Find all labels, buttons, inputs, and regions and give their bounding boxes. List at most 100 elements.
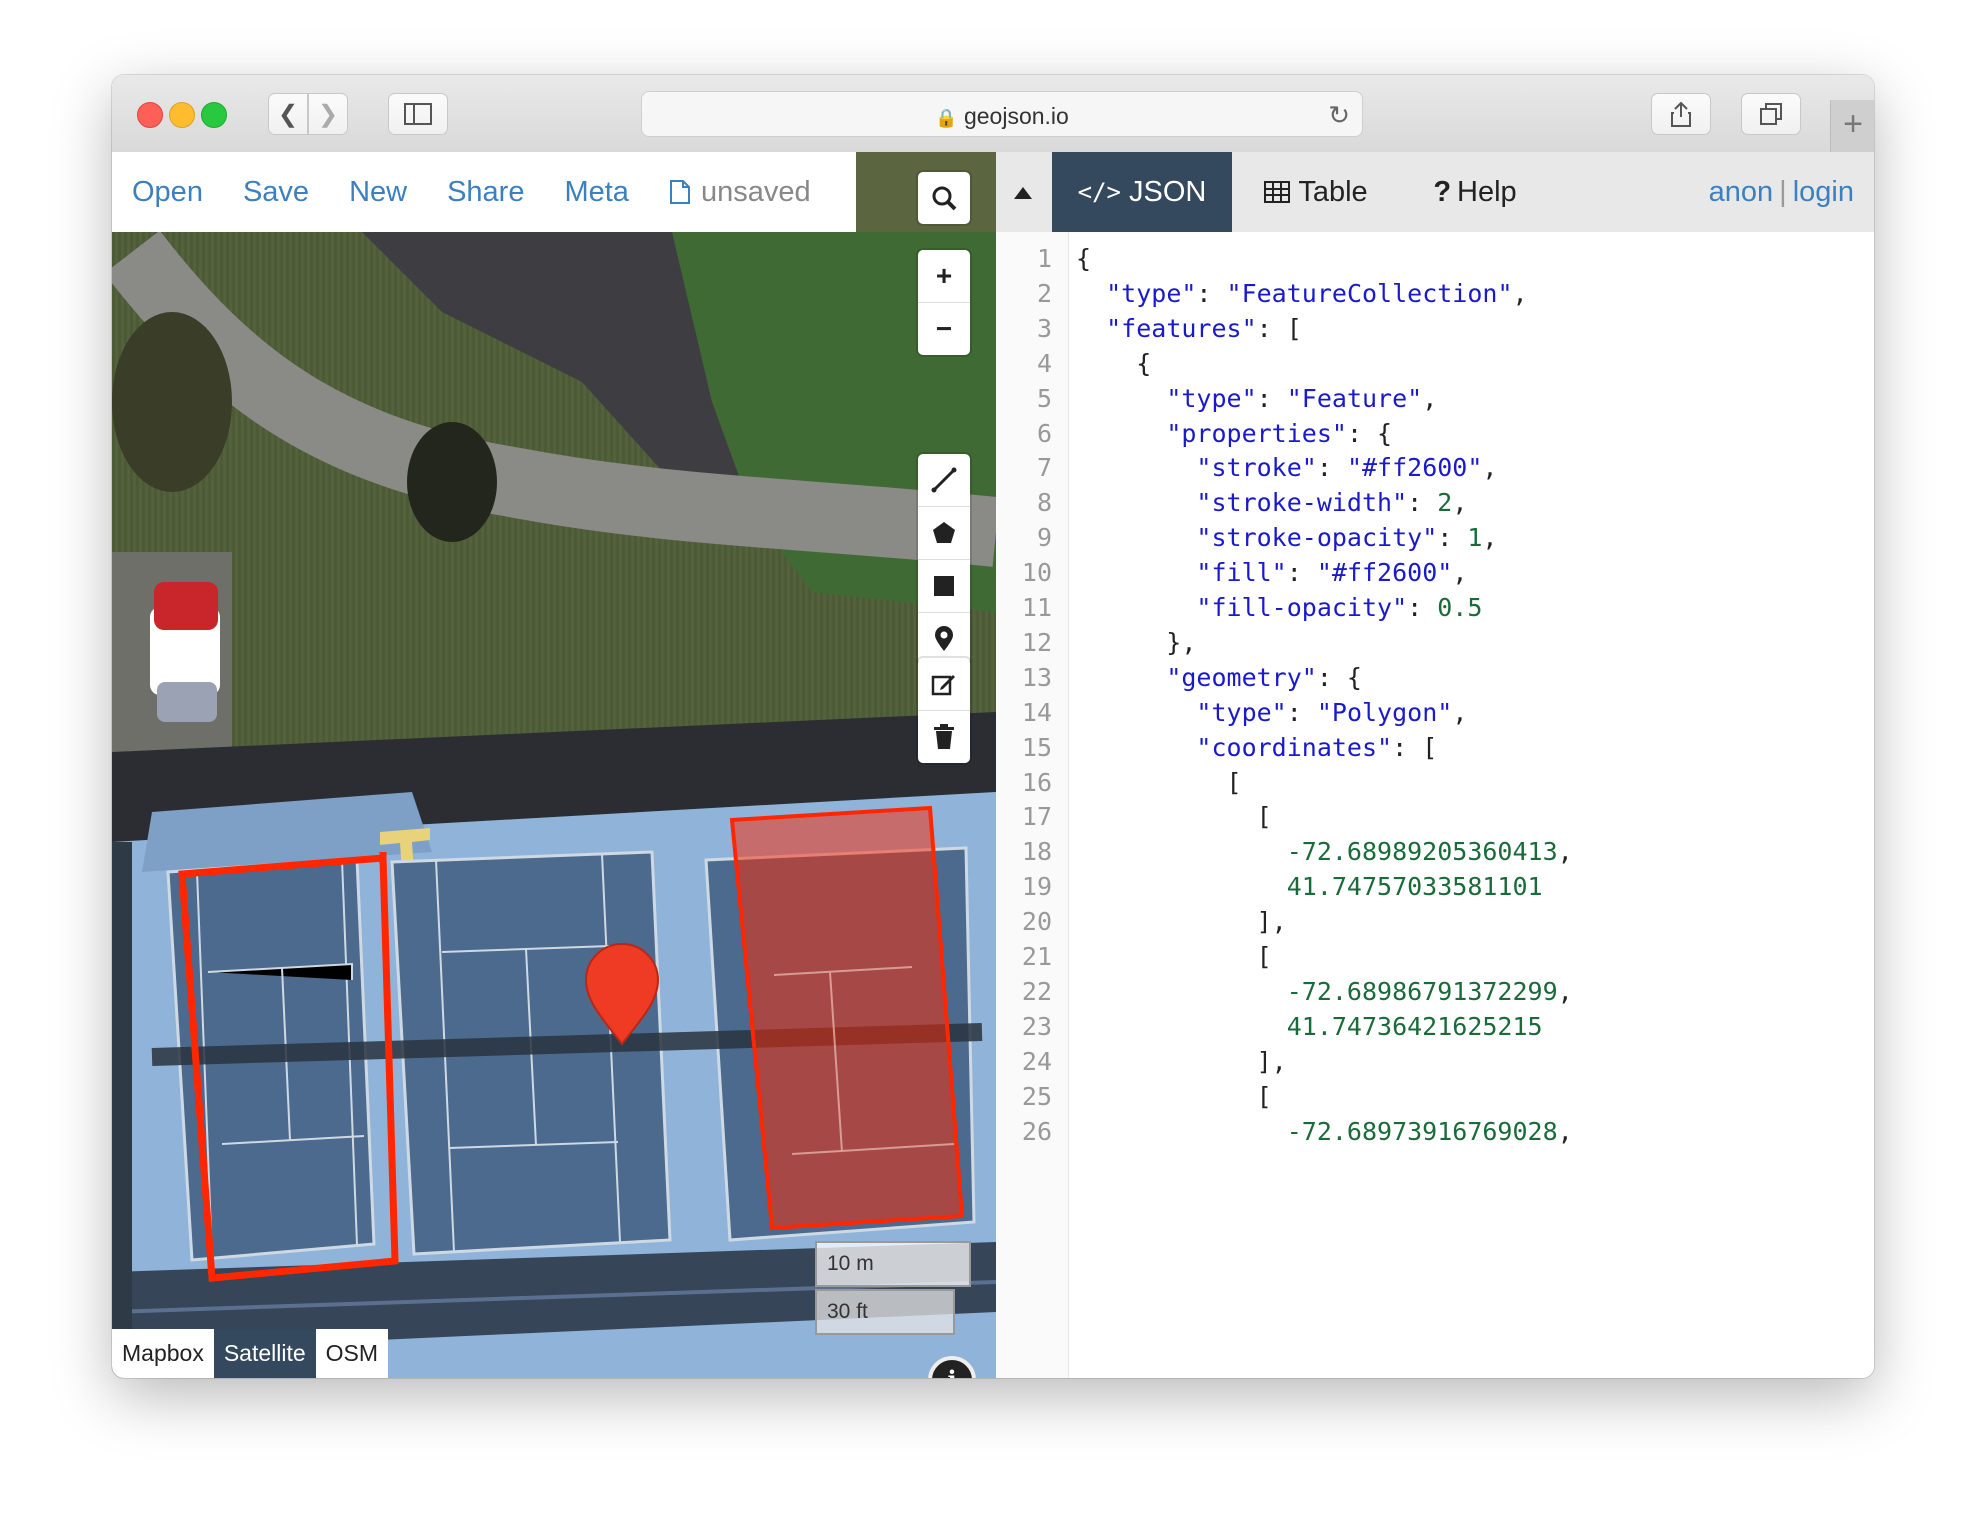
save-status: unsaved bbox=[700, 175, 811, 208]
map-view[interactable]: Open Save New Share Meta unsaved + − 10 … bbox=[112, 152, 996, 1378]
line-number: 9 bbox=[1036, 523, 1052, 553]
code-text: [ bbox=[1076, 767, 1242, 797]
close-window-button[interactable] bbox=[137, 102, 163, 128]
zoom-control: + − bbox=[918, 250, 970, 355]
line-number: 16 bbox=[1021, 767, 1052, 797]
zoom-window-button[interactable] bbox=[201, 102, 227, 128]
forward-button[interactable]: ❯ bbox=[308, 93, 348, 135]
editor-pane: </> JSON Table ? Help anon | login 1 {2 "… bbox=[996, 152, 1874, 1378]
line-number: 22 bbox=[1021, 976, 1052, 1006]
table-icon bbox=[1264, 181, 1291, 203]
browser-window: ❮ ❯ 🔒 geojson.io ↻ + Open Save New Share… bbox=[112, 75, 1874, 1378]
code-icon: </> bbox=[1077, 178, 1121, 206]
line-number: 2 bbox=[1036, 278, 1052, 308]
code-text: "properties": { bbox=[1166, 418, 1393, 448]
satellite-imagery bbox=[112, 152, 996, 1378]
tab-table[interactable]: Table bbox=[1232, 152, 1400, 232]
rectangle-icon bbox=[934, 576, 954, 596]
layer-satellite[interactable]: Satellite bbox=[213, 1329, 316, 1378]
anon-link[interactable]: anon bbox=[1709, 176, 1774, 209]
open-menu-item[interactable]: Open bbox=[132, 176, 203, 209]
line-number: 4 bbox=[1036, 348, 1052, 378]
address-bar-text: 🔒 geojson.io bbox=[642, 103, 1362, 130]
meta-menu-item[interactable]: Meta bbox=[564, 176, 628, 209]
tabs-overview-button[interactable] bbox=[1741, 93, 1801, 135]
line-number: 15 bbox=[1021, 732, 1052, 762]
tab-json-label: JSON bbox=[1129, 175, 1207, 208]
line-number: 1 bbox=[1036, 244, 1052, 273]
document-icon bbox=[669, 180, 690, 204]
tab-help-label: Help bbox=[1457, 175, 1517, 208]
browser-titlebar: ❮ ❯ 🔒 geojson.io ↻ + bbox=[112, 75, 1874, 153]
share-menu-item[interactable]: Share bbox=[447, 176, 524, 209]
draw-line-button[interactable] bbox=[918, 454, 970, 506]
code-text: ], bbox=[1076, 1046, 1287, 1076]
question-icon: ? bbox=[1433, 175, 1452, 208]
minimize-window-button[interactable] bbox=[169, 102, 195, 128]
lock-icon: 🔒 bbox=[935, 108, 958, 128]
code-text: }, bbox=[1076, 627, 1197, 657]
line-number: 14 bbox=[1021, 697, 1052, 727]
trash-icon bbox=[934, 724, 954, 749]
chevron-left-icon: ❮ bbox=[277, 100, 299, 128]
edit-layers-button[interactable] bbox=[918, 658, 970, 710]
line-number: 3 bbox=[1036, 313, 1052, 343]
panel-tabs: </> JSON Table ? Help anon | login bbox=[996, 152, 1874, 232]
back-button[interactable]: ❮ bbox=[268, 93, 308, 135]
search-control[interactable] bbox=[918, 172, 970, 224]
scale-metric: 10 m bbox=[815, 1241, 971, 1287]
code-text: "fill": "#ff2600", bbox=[1196, 558, 1468, 588]
zoom-in-button[interactable]: + bbox=[918, 250, 970, 302]
line-number: 12 bbox=[1021, 627, 1052, 657]
line-number: 7 bbox=[1036, 453, 1052, 483]
delete-layers-button[interactable] bbox=[918, 710, 970, 763]
user-separator: | bbox=[1779, 175, 1787, 208]
code-text: "stroke": "#ff2600", bbox=[1196, 453, 1498, 483]
line-number: 5 bbox=[1036, 383, 1052, 413]
layer-switcher: Mapbox Satellite OSM bbox=[112, 1329, 389, 1378]
save-menu-item[interactable]: Save bbox=[243, 176, 309, 209]
code-text: "type": "Polygon", bbox=[1196, 697, 1468, 727]
line-number: 11 bbox=[1021, 593, 1052, 622]
address-bar[interactable]: 🔒 geojson.io ↻ bbox=[641, 91, 1363, 137]
file-menu-bar: Open Save New Share Meta unsaved bbox=[112, 152, 856, 232]
draw-polygon-button[interactable] bbox=[918, 506, 970, 559]
scale-imperial: 30 ft bbox=[815, 1289, 955, 1335]
draw-rectangle-button[interactable] bbox=[918, 559, 970, 612]
layer-osm[interactable]: OSM bbox=[315, 1329, 389, 1378]
sidebar-toggle-button[interactable] bbox=[388, 93, 448, 135]
line-number: 20 bbox=[1021, 907, 1052, 937]
search-icon[interactable] bbox=[918, 172, 970, 224]
sidebar-icon bbox=[404, 103, 432, 125]
code-text: { bbox=[1076, 244, 1092, 273]
code-text: -72.68986791372299, bbox=[1286, 976, 1573, 1006]
draw-toolbar bbox=[918, 454, 970, 665]
line-number: 18 bbox=[1021, 837, 1052, 867]
tab-table-label: Table bbox=[1298, 175, 1368, 208]
tabs-icon bbox=[1760, 103, 1782, 125]
layer-mapbox[interactable]: Mapbox bbox=[112, 1329, 214, 1378]
new-menu-item[interactable]: New bbox=[349, 176, 407, 209]
login-link[interactable]: login bbox=[1793, 176, 1854, 209]
line-number: 21 bbox=[1021, 942, 1052, 971]
code-text: 41.74736421625215 bbox=[1286, 1011, 1543, 1041]
tab-json[interactable]: </> JSON bbox=[1052, 152, 1232, 232]
chevron-right-icon: ❯ bbox=[317, 100, 339, 128]
tab-help[interactable]: ? Help bbox=[1400, 152, 1550, 232]
code-text: "type": "FeatureCollection", bbox=[1106, 278, 1528, 308]
reload-icon[interactable]: ↻ bbox=[1328, 100, 1350, 131]
code-text: "features": [ bbox=[1106, 313, 1302, 343]
code-line: 26 -72.68973916769028, bbox=[996, 1109, 1874, 1153]
url-text: geojson.io bbox=[963, 103, 1069, 129]
line-number: 24 bbox=[1021, 1046, 1052, 1076]
edit-icon bbox=[931, 675, 955, 696]
user-links: anon | login bbox=[1709, 152, 1854, 232]
share-button[interactable] bbox=[1651, 93, 1711, 135]
code-text: "stroke-opacity": 1, bbox=[1196, 523, 1498, 553]
new-tab-button[interactable]: + bbox=[1830, 100, 1874, 152]
code-text: "fill-opacity": 0.5 bbox=[1196, 593, 1483, 622]
collapse-panel-icon[interactable] bbox=[1014, 186, 1032, 204]
drawn-polygon-filled[interactable] bbox=[729, 805, 965, 1231]
zoom-out-button[interactable]: − bbox=[918, 302, 970, 355]
line-number: 10 bbox=[1021, 558, 1052, 588]
